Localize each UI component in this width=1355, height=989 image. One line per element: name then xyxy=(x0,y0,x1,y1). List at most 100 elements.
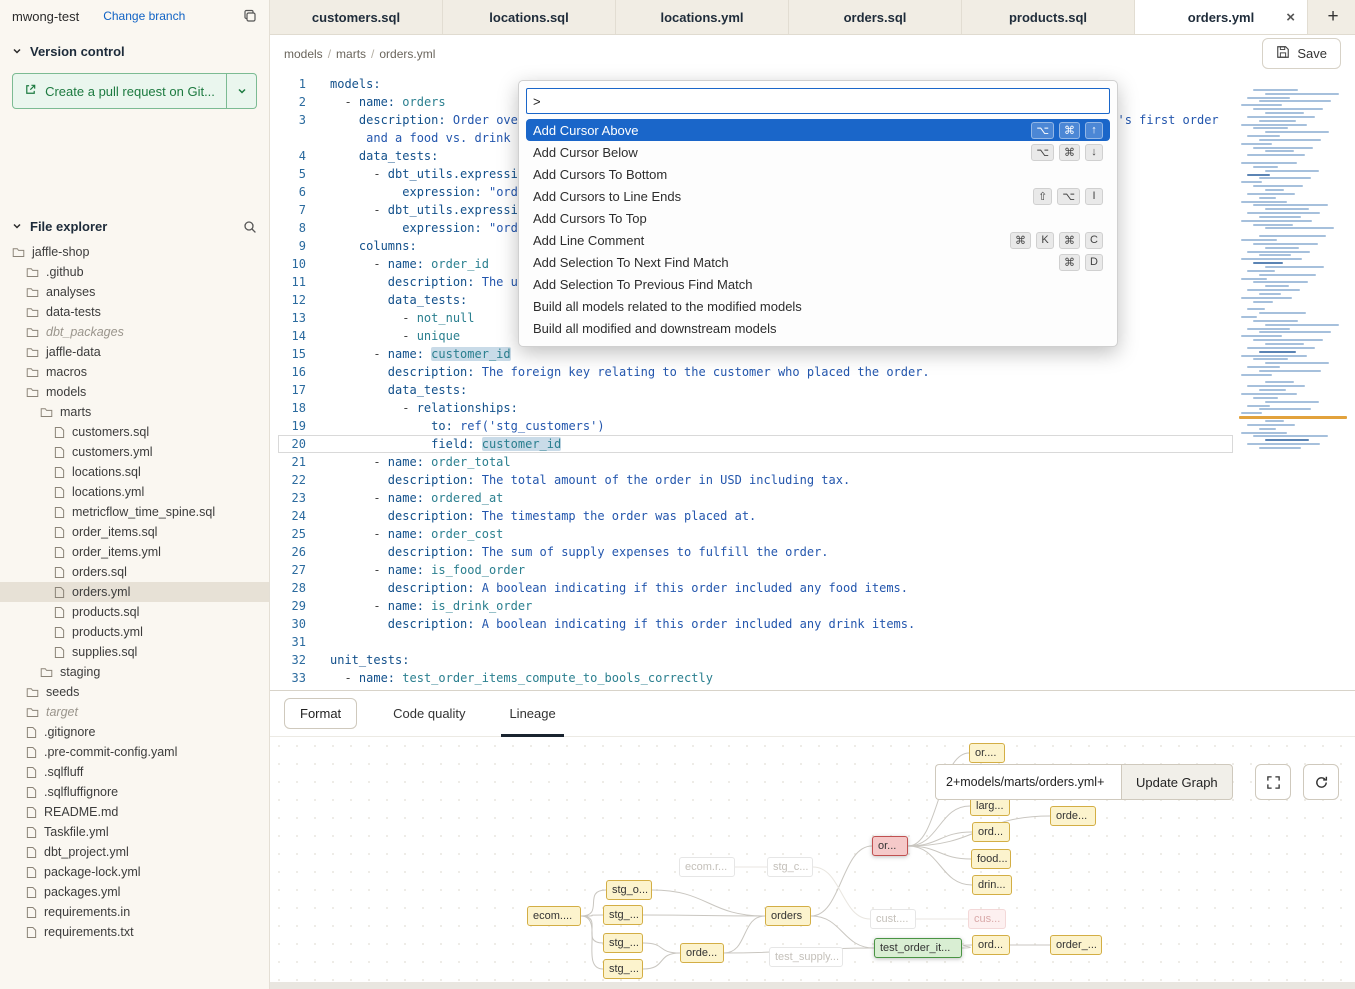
tree-item-taskfile-yml[interactable]: Taskfile.yml xyxy=(0,822,269,842)
palette-item-build-all-modified-and-downstream-models[interactable]: Build all modified and downstream models xyxy=(526,317,1110,339)
tree-item-packages-yml[interactable]: packages.yml xyxy=(0,882,269,902)
version-control-header[interactable]: Version control xyxy=(0,32,269,67)
tree-item-seeds[interactable]: seeds xyxy=(0,682,269,702)
tree-item-staging[interactable]: staging xyxy=(0,662,269,682)
tree-item-requirements-in[interactable]: requirements.in xyxy=(0,902,269,922)
tree-item-macros[interactable]: macros xyxy=(0,362,269,382)
new-tab-button[interactable]: + xyxy=(1311,0,1355,34)
lineage-node-stg[interactable]: stg_... xyxy=(603,959,643,979)
tree-item-supplies-sql[interactable]: supplies.sql xyxy=(0,642,269,662)
tree-item-data-tests[interactable]: data-tests xyxy=(0,302,269,322)
palette-item-add-cursors-to-bottom[interactable]: Add Cursors To Bottom xyxy=(526,163,1110,185)
palette-item-build-all-models-related-to-the-modified-models[interactable]: Build all models related to the modified… xyxy=(526,295,1110,317)
tree-item-orders-yml[interactable]: orders.yml xyxy=(0,582,269,602)
lineage-node-ecom-r[interactable]: ecom.r... xyxy=(679,857,735,877)
create-pr-button[interactable]: Create a pull request on Git... xyxy=(12,73,227,109)
tree-item-jaffle-shop[interactable]: jaffle-shop xyxy=(0,242,269,262)
lineage-node-test-supply[interactable]: test_supply... xyxy=(769,947,843,967)
tree-item-label: target xyxy=(46,705,78,719)
tab-orders-sql[interactable]: orders.sql xyxy=(789,0,962,34)
lineage-node-food[interactable]: food... xyxy=(971,849,1011,869)
lineage-node-orders[interactable]: orders xyxy=(765,906,811,926)
lineage-node-ord[interactable]: ord... xyxy=(972,822,1010,842)
tree-item-products-yml[interactable]: products.yml xyxy=(0,622,269,642)
palette-item-add-line-comment[interactable]: Add Line Comment⌘K⌘C xyxy=(526,229,1110,251)
palette-item-add-cursors-to-line-ends[interactable]: Add Cursors to Line Ends⇧⌥I xyxy=(526,185,1110,207)
fullscreen-button[interactable] xyxy=(1255,764,1291,800)
tab-locations-sql[interactable]: locations.sql xyxy=(443,0,616,34)
tree-item-sqlfluff[interactable]: .sqlfluff xyxy=(0,762,269,782)
tab-lineage[interactable]: Lineage xyxy=(509,691,555,736)
tab-products-sql[interactable]: products.sql xyxy=(962,0,1135,34)
lineage-node-ord[interactable]: ord... xyxy=(972,935,1010,955)
tree-item-pre-commit-config-yaml[interactable]: .pre-commit-config.yaml xyxy=(0,742,269,762)
lineage-node-orde[interactable]: orde... xyxy=(680,943,724,963)
lineage-node-stg-o[interactable]: stg_o... xyxy=(606,880,652,900)
lineage-node-stg[interactable]: stg_... xyxy=(603,933,643,953)
lineage-node-or[interactable]: or.... xyxy=(969,743,1005,763)
lineage-node-or[interactable]: or... xyxy=(872,836,908,856)
palette-item-add-selection-to-next-find-match[interactable]: Add Selection To Next Find Match⌘D xyxy=(526,251,1110,273)
tree-item-order-items-yml[interactable]: order_items.yml xyxy=(0,542,269,562)
key-badge: D xyxy=(1085,254,1103,271)
lineage-node-order[interactable]: order_... xyxy=(1050,935,1102,955)
tab-code-quality[interactable]: Code quality xyxy=(393,691,465,736)
breadcrumb-item[interactable]: marts xyxy=(336,47,366,61)
code-token: name: xyxy=(359,95,395,109)
search-icon[interactable] xyxy=(243,220,257,234)
tree-item-models[interactable]: models xyxy=(0,382,269,402)
lineage-node-drin[interactable]: drin... xyxy=(972,875,1012,895)
palette-item-add-cursors-to-top[interactable]: Add Cursors To Top xyxy=(526,207,1110,229)
lineage-node-cus[interactable]: cus... xyxy=(968,909,1006,929)
minimap[interactable] xyxy=(1237,71,1351,690)
palette-item-add-cursor-below[interactable]: Add Cursor Below⌥⌘↓ xyxy=(526,141,1110,163)
refresh-button[interactable] xyxy=(1303,764,1339,800)
tree-item-order-items-sql[interactable]: order_items.sql xyxy=(0,522,269,542)
tree-item-package-lock-yml[interactable]: package-lock.yml xyxy=(0,862,269,882)
tab-orders-yml[interactable]: orders.yml× xyxy=(1135,0,1308,34)
command-palette-input[interactable] xyxy=(526,88,1110,114)
tree-item-locations-sql[interactable]: locations.sql xyxy=(0,462,269,482)
breadcrumb-item[interactable]: models xyxy=(284,47,323,61)
tab-locations-yml[interactable]: locations.yml xyxy=(616,0,789,34)
tree-item-customers-sql[interactable]: customers.sql xyxy=(0,422,269,442)
tree-item-target[interactable]: target xyxy=(0,702,269,722)
tree-item-jaffle-data[interactable]: jaffle-data xyxy=(0,342,269,362)
tree-item-requirements-txt[interactable]: requirements.txt xyxy=(0,922,269,942)
lineage-node-stg-c[interactable]: stg_c... xyxy=(767,857,813,877)
horizontal-scrollbar[interactable] xyxy=(270,982,1355,989)
create-pr-dropdown-button[interactable] xyxy=(227,73,257,109)
close-icon[interactable]: × xyxy=(1286,10,1295,25)
tree-item-metricflow-time-spine-sql[interactable]: metricflow_time_spine.sql xyxy=(0,502,269,522)
tree-item-customers-yml[interactable]: customers.yml xyxy=(0,442,269,462)
tree-item-github[interactable]: .github xyxy=(0,262,269,282)
tree-item-label: Taskfile.yml xyxy=(44,825,109,839)
palette-item-add-selection-to-previous-find-match[interactable]: Add Selection To Previous Find Match xyxy=(526,273,1110,295)
lineage-node-orde[interactable]: orde... xyxy=(1050,806,1096,826)
tab-customers-sql[interactable]: customers.sql xyxy=(270,0,443,34)
copy-icon[interactable] xyxy=(243,9,257,23)
update-graph-button[interactable]: Update Graph xyxy=(1121,764,1233,800)
tree-item-orders-sql[interactable]: orders.sql xyxy=(0,562,269,582)
lineage-canvas[interactable]: or....orde...larg...ord...food...drin...… xyxy=(270,737,1355,989)
tree-item-dbt-packages[interactable]: dbt_packages xyxy=(0,322,269,342)
lineage-node-stg[interactable]: stg_... xyxy=(603,905,643,925)
tree-item-gitignore[interactable]: .gitignore xyxy=(0,722,269,742)
file-explorer-header[interactable]: File explorer xyxy=(0,207,269,242)
tree-item-locations-yml[interactable]: locations.yml xyxy=(0,482,269,502)
lineage-node-ecom[interactable]: ecom.... xyxy=(527,906,581,926)
tree-item-analyses[interactable]: analyses xyxy=(0,282,269,302)
breadcrumb-item[interactable]: orders.yml xyxy=(379,47,435,61)
tree-item-marts[interactable]: marts xyxy=(0,402,269,422)
lineage-node-cust[interactable]: cust.... xyxy=(870,909,916,929)
tree-item-sqlfluffignore[interactable]: .sqlfluffignore xyxy=(0,782,269,802)
tree-item-products-sql[interactable]: products.sql xyxy=(0,602,269,622)
tree-item-dbt-project-yml[interactable]: dbt_project.yml xyxy=(0,842,269,862)
change-branch-link[interactable]: Change branch xyxy=(103,9,185,23)
palette-item-add-cursor-above[interactable]: Add Cursor Above⌥⌘↑ xyxy=(526,119,1110,141)
tree-item-readme-md[interactable]: README.md xyxy=(0,802,269,822)
lineage-node-test-order-it[interactable]: test_order_it... xyxy=(874,938,962,958)
lineage-selector-input[interactable] xyxy=(935,764,1121,800)
format-button[interactable]: Format xyxy=(284,698,357,729)
save-button[interactable]: Save xyxy=(1262,38,1341,69)
